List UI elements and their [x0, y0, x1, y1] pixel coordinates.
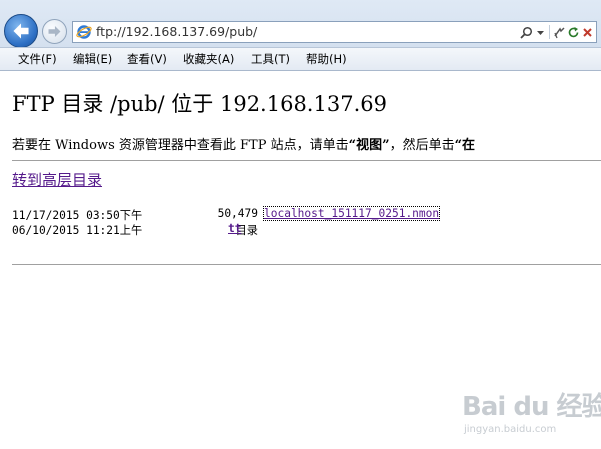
back-button[interactable]	[4, 14, 38, 48]
entry-size: 50,479	[217, 207, 258, 220]
watermark-brand: Bai du 经验	[462, 392, 601, 422]
file-link[interactable]: localhost_151117_0251.nmon	[262, 206, 441, 221]
menu-bar: 文件(F) 编辑(E) 查看(V) 收藏夹(A) 工具(T) 帮助(H)	[0, 47, 601, 70]
address-bar[interactable]: ftp://192.168.137.69/pub/	[72, 21, 597, 43]
menu-favorites[interactable]: 收藏夹(A)	[183, 51, 234, 67]
dropdown-icon[interactable]	[533, 23, 547, 41]
entry-date: 06/10/2015 11:21上午	[12, 224, 143, 237]
divider-top	[12, 160, 601, 161]
page-title: FTP 目录 /pub/ 位于 192.168.137.69	[12, 92, 387, 116]
back-arrow-icon	[13, 23, 29, 39]
menu-view[interactable]: 查看(V)	[127, 51, 167, 67]
instruction-part1: 若要在 Windows 资源管理器中查看此 FTP 站点，请单击	[12, 138, 349, 153]
search-icon[interactable]	[519, 23, 533, 41]
instruction-text: 若要在 Windows 资源管理器中查看此 FTP 站点，请单击“视图”，然后单…	[12, 134, 601, 153]
menu-edit[interactable]: 编辑(E)	[73, 51, 112, 67]
menu-help[interactable]: 帮助(H)	[306, 51, 347, 67]
instruction-view-bold: “视图”	[348, 138, 390, 153]
divider-bottom	[12, 264, 601, 265]
instruction-part2: ，然后单击	[389, 138, 455, 153]
menu-file[interactable]: 文件(F)	[18, 51, 57, 67]
compat-view-icon[interactable]	[552, 23, 566, 41]
toolbar-divider	[549, 25, 550, 39]
forward-arrow-icon	[48, 25, 61, 38]
watermark-url: jingyan.baidu.com	[464, 424, 557, 435]
menu-tools[interactable]: 工具(T)	[251, 51, 290, 67]
browser-toolbar: ftp://192.168.137.69/pub/ 文件(F) 编辑(E) 查看…	[0, 0, 601, 71]
address-tools	[519, 23, 594, 41]
forward-button[interactable]	[42, 19, 67, 44]
instruction-in-bold: “在	[454, 138, 476, 153]
address-text[interactable]: ftp://192.168.137.69/pub/	[96, 24, 257, 39]
parent-directory-link[interactable]: 转到高层目录	[12, 169, 102, 190]
ie-page-icon	[76, 25, 92, 39]
baidu-watermark: Bai du 经验 jingyan.baidu.com	[462, 386, 601, 444]
entry-date: 11/17/2015 03:50下午	[12, 209, 143, 222]
directory-link[interactable]: tt	[228, 222, 241, 235]
refresh-icon[interactable]	[566, 23, 580, 41]
stop-icon[interactable]	[580, 23, 594, 41]
